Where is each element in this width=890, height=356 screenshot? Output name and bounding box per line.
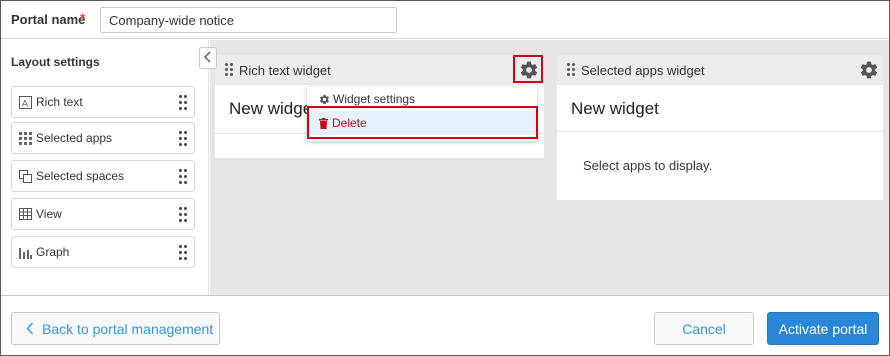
drag-handle-icon[interactable]: [179, 95, 187, 111]
portal-editor-window: Portal name * Layout settings A Rich tex…: [0, 0, 890, 356]
selected-apps-widget[interactable]: Selected apps widget New widget Select a…: [557, 55, 883, 200]
layout-item-label: Graph: [36, 245, 70, 259]
drag-handle-icon[interactable]: [179, 169, 187, 185]
chevron-left-icon: [204, 51, 212, 66]
table-view-icon: [18, 207, 32, 221]
portal-layout-canvas: Rich text widget New widget Selected app…: [210, 40, 889, 295]
layout-settings-sidebar: Layout settings A Rich text Selected app…: [1, 40, 209, 295]
drag-handle-icon[interactable]: [179, 207, 187, 223]
portal-header: Portal name *: [1, 1, 889, 39]
rich-text-icon: A: [18, 95, 32, 109]
widget-title: Rich text widget: [239, 63, 331, 78]
gear-icon: [319, 94, 330, 105]
widget-placeholder-text: Select apps to display.: [583, 158, 713, 173]
collapse-sidebar-button[interactable]: [199, 47, 217, 69]
svg-text:A: A: [22, 98, 28, 108]
drag-handle-icon[interactable]: [179, 245, 187, 261]
layout-item-selected-apps[interactable]: Selected apps: [11, 122, 195, 154]
gear-highlight-box: [513, 55, 543, 83]
layout-item-graph[interactable]: Graph: [11, 236, 195, 268]
required-mark: *: [80, 10, 86, 26]
drag-handle-icon[interactable]: [179, 131, 187, 147]
widget-body-title: New widget: [571, 99, 659, 118]
chevron-left-icon: [26, 322, 34, 335]
graph-icon: [18, 245, 32, 259]
layout-item-label: Selected apps: [36, 131, 113, 145]
drag-handle-icon[interactable]: [567, 63, 575, 77]
divider: [557, 131, 883, 132]
layout-item-rich-text[interactable]: A Rich text: [11, 86, 195, 118]
portal-footer: Back to portal management Cancel Activat…: [1, 295, 889, 355]
layout-item-selected-spaces[interactable]: Selected spaces: [11, 160, 195, 192]
spaces-icon: [18, 169, 32, 183]
layout-item-label: View: [36, 207, 62, 221]
layout-item-label: Selected spaces: [36, 169, 125, 183]
widget-header: Rich text widget: [215, 55, 544, 85]
delete-highlight-box: [307, 106, 538, 139]
layout-item-label: Rich text: [36, 95, 83, 109]
layout-item-view[interactable]: View: [11, 198, 195, 230]
back-to-portal-management-button[interactable]: Back to portal management: [11, 312, 220, 345]
back-button-label: Back to portal management: [42, 320, 214, 337]
widget-title: Selected apps widget: [581, 63, 705, 78]
portal-name-label: Portal name: [11, 12, 86, 27]
apps-grid-icon: [18, 131, 32, 145]
cancel-button[interactable]: Cancel: [654, 312, 754, 345]
portal-name-input[interactable]: [100, 7, 397, 33]
widget-body-title: New widget: [229, 99, 317, 118]
menu-item-label: Widget settings: [333, 92, 416, 106]
activate-portal-button[interactable]: Activate portal: [767, 312, 879, 345]
sidebar-title: Layout settings: [11, 55, 100, 69]
widget-header: Selected apps widget: [557, 55, 883, 85]
gear-icon[interactable]: [859, 60, 879, 80]
drag-handle-icon[interactable]: [225, 63, 233, 77]
